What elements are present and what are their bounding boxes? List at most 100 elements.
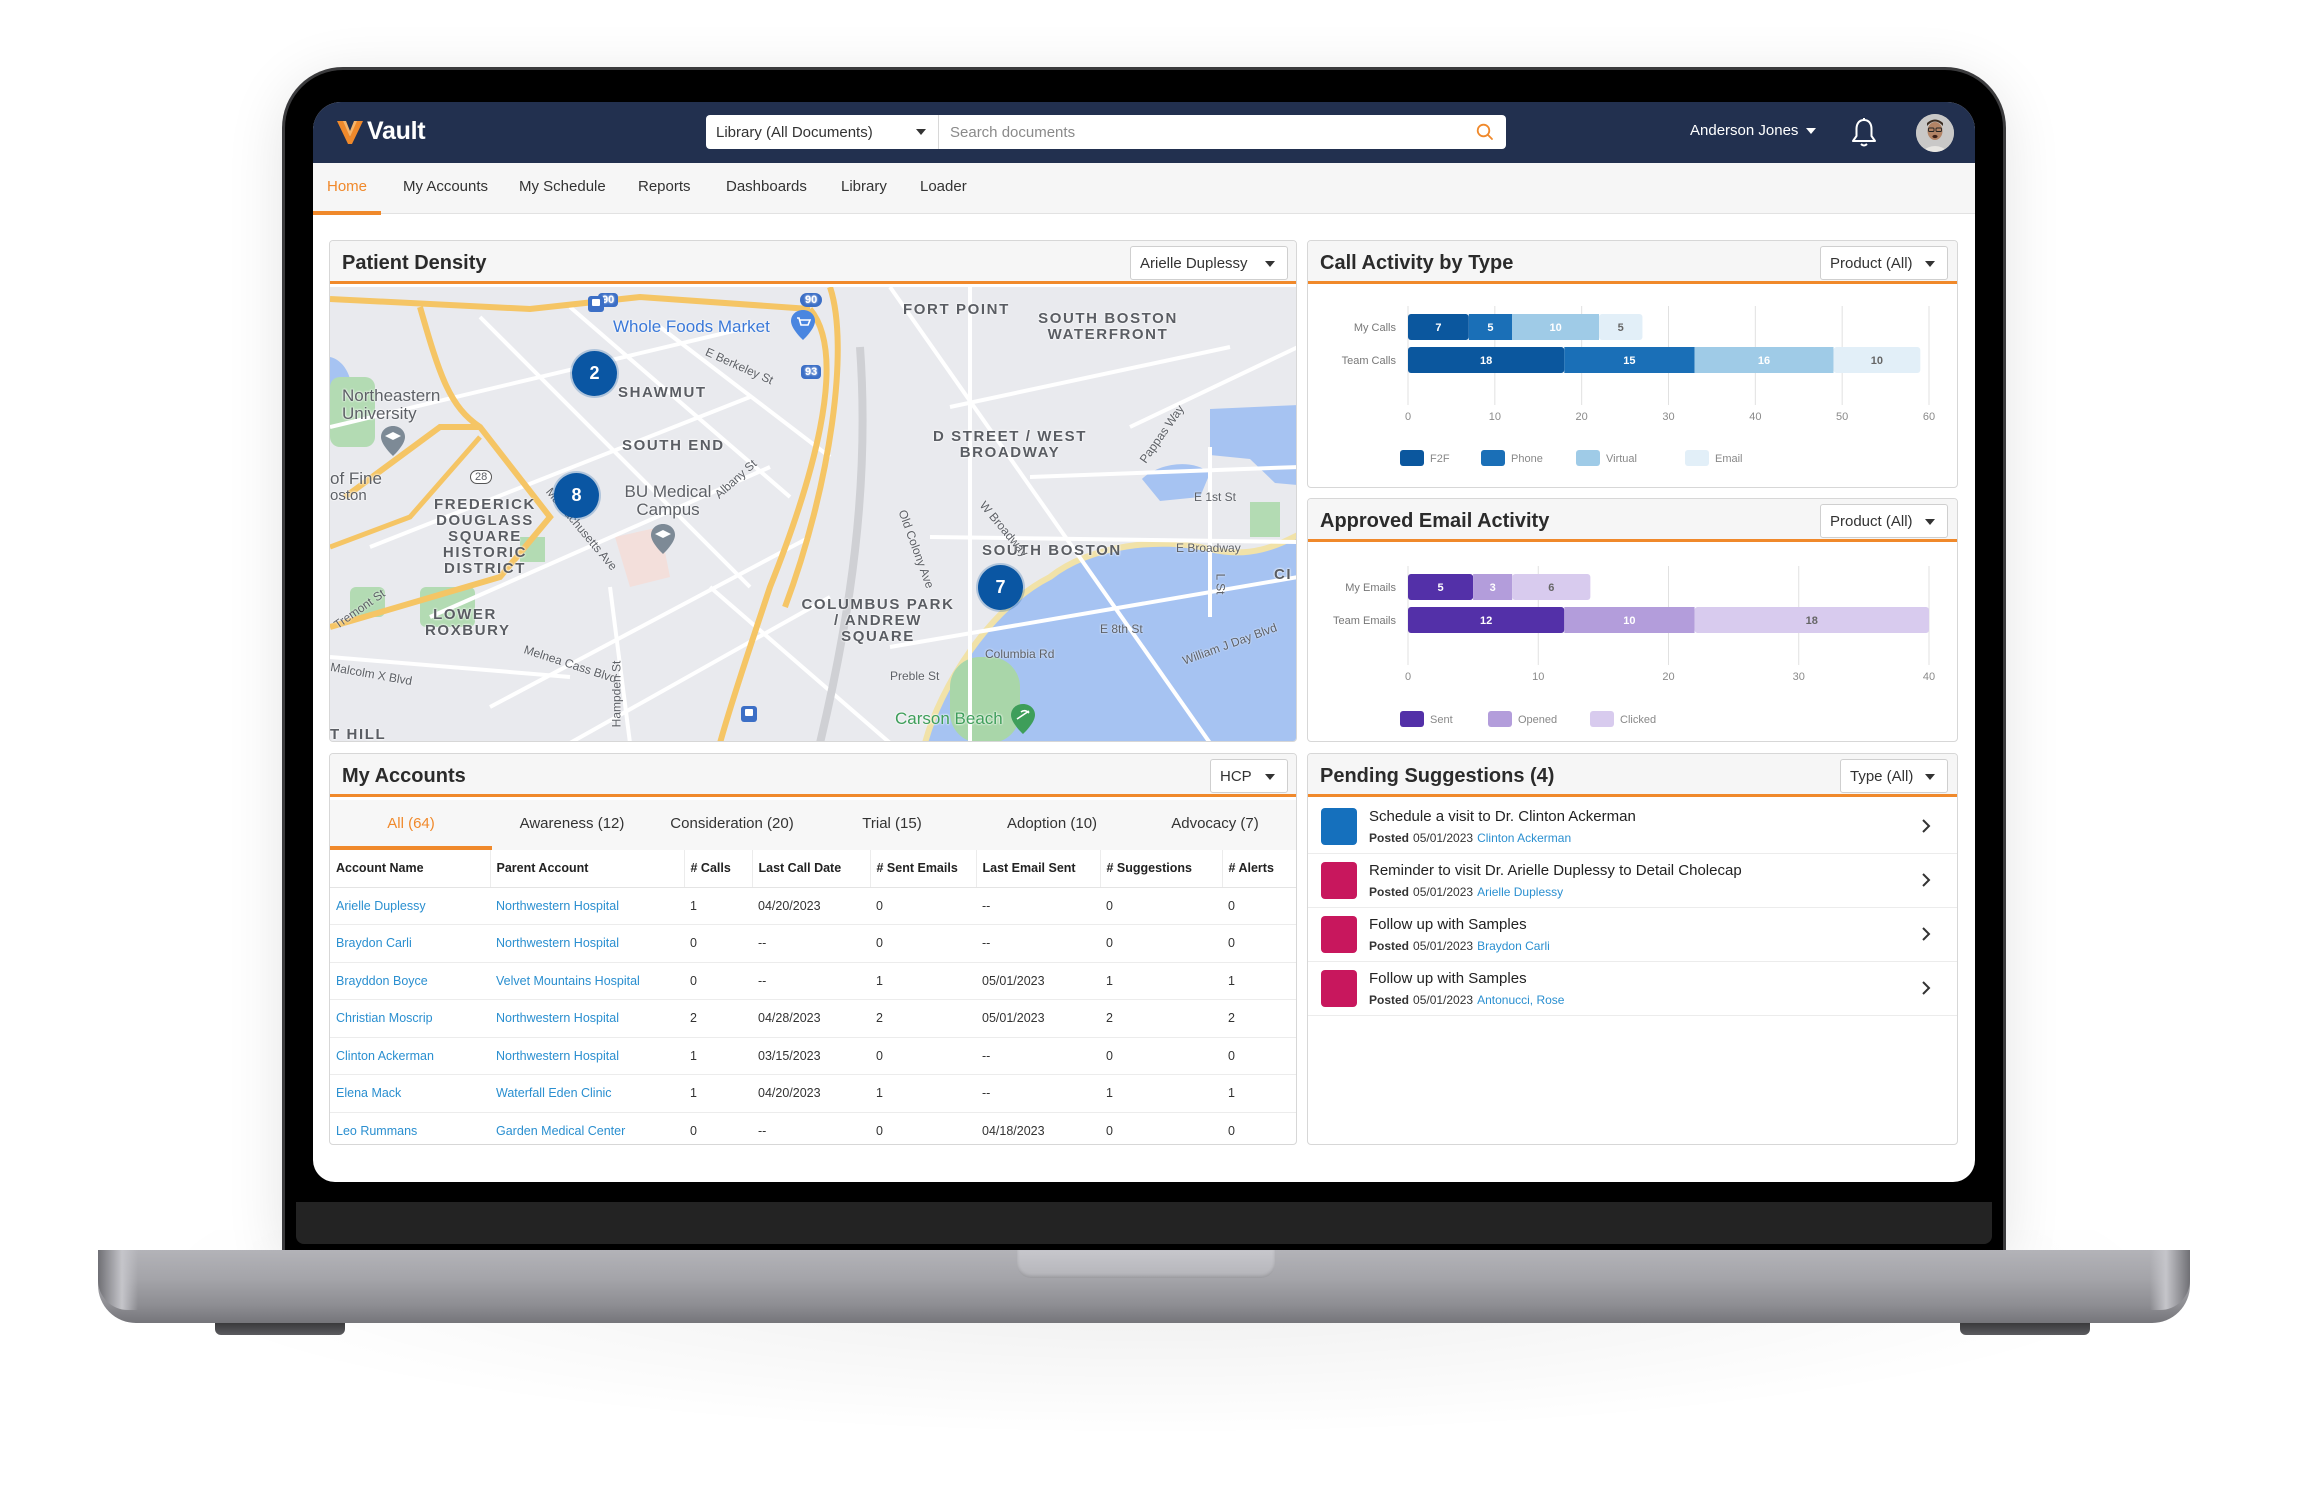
- suggestion-item[interactable]: Follow up with Samples Posted 05/01/2023 An…: [1308, 962, 1957, 1016]
- product-filter-select[interactable]: Product (All): [1820, 246, 1948, 280]
- parent-account-link[interactable]: Garden Medical Center: [490, 1112, 684, 1144]
- main-nav: Home My Accounts My Schedule Reports Das…: [313, 163, 1975, 215]
- parent-account-link[interactable]: Northwestern Hospital: [490, 924, 684, 963]
- suggestion-item[interactable]: Schedule a visit to Dr. Clinton Ackerman…: [1308, 800, 1957, 854]
- product-filter-value: Product (All): [1830, 512, 1913, 530]
- x-tick-label: 20: [1576, 411, 1588, 423]
- table-cell: 1: [870, 1074, 976, 1113]
- map-poi-bu-medical[interactable]: BU Medical Campus: [618, 483, 718, 519]
- suggestion-account-link[interactable]: Clinton Ackerman: [1477, 831, 1571, 845]
- user-avatar[interactable]: [1916, 114, 1954, 152]
- table-cell: 0: [1100, 887, 1222, 925]
- nav-tab-home[interactable]: Home: [313, 163, 382, 215]
- nav-tab-dashboards[interactable]: Dashboards: [712, 163, 821, 214]
- table-cell: 0: [1222, 924, 1296, 963]
- account-name-link[interactable]: Elena Mack: [330, 1074, 490, 1113]
- chevron-right-icon[interactable]: [1919, 816, 1933, 836]
- panel-header: Patient Density Arielle Duplessy: [330, 241, 1296, 284]
- parent-account-link[interactable]: Northwestern Hospital: [490, 887, 684, 925]
- column-header[interactable]: Last Email Sent: [976, 850, 1101, 888]
- table-cell: 0: [870, 1037, 976, 1075]
- column-header[interactable]: # Suggestions: [1100, 850, 1223, 888]
- account-name-link[interactable]: Leo Rummans: [330, 1112, 490, 1144]
- stage-tab-adoption[interactable]: Adoption (10): [972, 800, 1132, 850]
- suggestion-account-link[interactable]: Arielle Duplessy: [1477, 885, 1563, 899]
- chevron-right-icon[interactable]: [1919, 924, 1933, 944]
- parent-account-link[interactable]: Velvet Mountains Hospital: [490, 962, 684, 1000]
- table-row[interactable]: Brayddon Boyce Velvet Mountains Hospital 0…: [330, 962, 1296, 1000]
- chevron-down-icon: [1925, 261, 1935, 267]
- train-station-icon: [741, 706, 757, 722]
- table-row[interactable]: Arielle Duplessy Northwestern Hospital 1 04…: [330, 887, 1296, 925]
- nav-tab-library[interactable]: Library: [827, 163, 901, 214]
- table-cell: 0: [684, 1112, 752, 1144]
- patient-cluster-marker[interactable]: 2: [572, 351, 617, 396]
- chevron-down-icon: [1925, 774, 1935, 780]
- stage-tab-all[interactable]: All (64): [330, 800, 492, 850]
- suggestion-item[interactable]: Reminder to visit Dr. Arielle Duplessy t…: [1308, 854, 1957, 908]
- table-row[interactable]: Leo Rummans Garden Medical Center 0 -- 0 04/1…: [330, 1112, 1296, 1144]
- table-cell: 1: [1100, 962, 1222, 1000]
- stage-tab-trial[interactable]: Trial (15): [812, 800, 972, 850]
- bell-icon[interactable]: [1849, 117, 1879, 149]
- table-cell: 05/01/2023: [976, 962, 1100, 1000]
- call-activity-svg: 0 10 20 30 40 50 60 My Calls 7 5 10 5 Team Calls 18 15…: [1342, 306, 1935, 466]
- suggestion-type-select[interactable]: Type (All): [1840, 759, 1948, 793]
- graduation-cap-pin-icon[interactable]: [650, 523, 676, 555]
- search-input[interactable]: [939, 115, 1464, 149]
- chevron-right-icon[interactable]: [1919, 870, 1933, 890]
- table-row[interactable]: Braydon Carli Northwestern Hospital 0 -- 0 --…: [330, 924, 1296, 963]
- nav-tab-my-schedule[interactable]: My Schedule: [505, 163, 620, 214]
- account-filter-select[interactable]: Arielle Duplessy: [1130, 246, 1288, 280]
- user-menu[interactable]: Anderson Jones: [1690, 122, 1817, 139]
- suggestion-meta: Posted 05/01/2023 Antonucci, Rose: [1369, 993, 1564, 1007]
- search-scope-select[interactable]: Library (All Documents): [706, 115, 939, 149]
- patient-density-map[interactable]: 90 90 93 28 FORT POINT SOUTH BOSTON WATE…: [330, 287, 1296, 741]
- map-poi-carson-beach[interactable]: Carson Beach: [895, 709, 1003, 729]
- column-header[interactable]: Last Call Date: [752, 850, 871, 888]
- product-filter-select[interactable]: Product (All): [1820, 504, 1948, 538]
- graduation-cap-pin-icon[interactable]: [380, 425, 406, 457]
- stage-tab-consideration[interactable]: Consideration (20): [652, 800, 812, 850]
- patient-cluster-marker[interactable]: 8: [554, 473, 599, 518]
- parent-account-link[interactable]: Northwestern Hospital: [490, 1037, 684, 1075]
- map-poi-northeastern[interactable]: Northeastern University: [342, 387, 462, 423]
- account-name-link[interactable]: Braydon Carli: [330, 924, 490, 963]
- column-header[interactable]: Account Name: [330, 850, 491, 888]
- table-cell: 1: [684, 887, 752, 925]
- column-header[interactable]: # Calls: [684, 850, 753, 888]
- map-street-label: Hampden St: [609, 660, 624, 728]
- account-name-link[interactable]: Arielle Duplessy: [330, 887, 490, 925]
- column-header[interactable]: # Sent Emails: [870, 850, 977, 888]
- table-row[interactable]: Clinton Ackerman Northwestern Hospital 1 03…: [330, 1037, 1296, 1075]
- column-header[interactable]: # Alerts: [1222, 850, 1296, 888]
- beach-pin-icon[interactable]: [1010, 703, 1036, 735]
- suggestion-account-link[interactable]: Braydon Carli: [1477, 939, 1550, 953]
- nav-tab-loader[interactable]: Loader: [906, 163, 981, 214]
- suggestion-item[interactable]: Follow up with Samples Posted 05/01/2023 Br…: [1308, 908, 1957, 962]
- account-type-select[interactable]: HCP: [1210, 759, 1288, 793]
- parent-account-link[interactable]: Northwestern Hospital: [490, 999, 684, 1038]
- chevron-right-icon[interactable]: [1919, 978, 1933, 998]
- shopping-cart-pin-icon[interactable]: [790, 309, 816, 341]
- table-row[interactable]: Christian Moscrip Northwestern Hospital 2 0…: [330, 999, 1296, 1038]
- avatar-photo-icon: [1916, 114, 1954, 152]
- map-poi-whole-foods[interactable]: Whole Foods Market: [613, 317, 770, 337]
- suggestion-account-link[interactable]: Antonucci, Rose: [1477, 993, 1564, 1007]
- nav-tab-reports[interactable]: Reports: [624, 163, 705, 214]
- column-header[interactable]: Parent Account: [490, 850, 685, 888]
- table-cell: 04/28/2023: [752, 999, 870, 1038]
- app-logo[interactable]: Vault: [336, 117, 426, 146]
- map-poi-museum-2: oston: [330, 487, 367, 504]
- parent-account-link[interactable]: Waterfall Eden Clinic: [490, 1074, 684, 1113]
- nav-tab-my-accounts[interactable]: My Accounts: [389, 163, 502, 214]
- account-name-link[interactable]: Christian Moscrip: [330, 999, 490, 1038]
- account-name-link[interactable]: Clinton Ackerman: [330, 1037, 490, 1075]
- account-name-link[interactable]: Brayddon Boyce: [330, 962, 490, 1000]
- patient-cluster-marker[interactable]: 7: [978, 565, 1023, 610]
- search-button[interactable]: [1464, 115, 1506, 149]
- stage-tab-awareness[interactable]: Awareness (12): [492, 800, 652, 850]
- table-row[interactable]: Elena Mack Waterfall Eden Clinic 1 04/20/20…: [330, 1074, 1296, 1113]
- table-cell: 0: [1100, 1112, 1222, 1144]
- stage-tab-advocacy[interactable]: Advocacy (7): [1132, 800, 1296, 850]
